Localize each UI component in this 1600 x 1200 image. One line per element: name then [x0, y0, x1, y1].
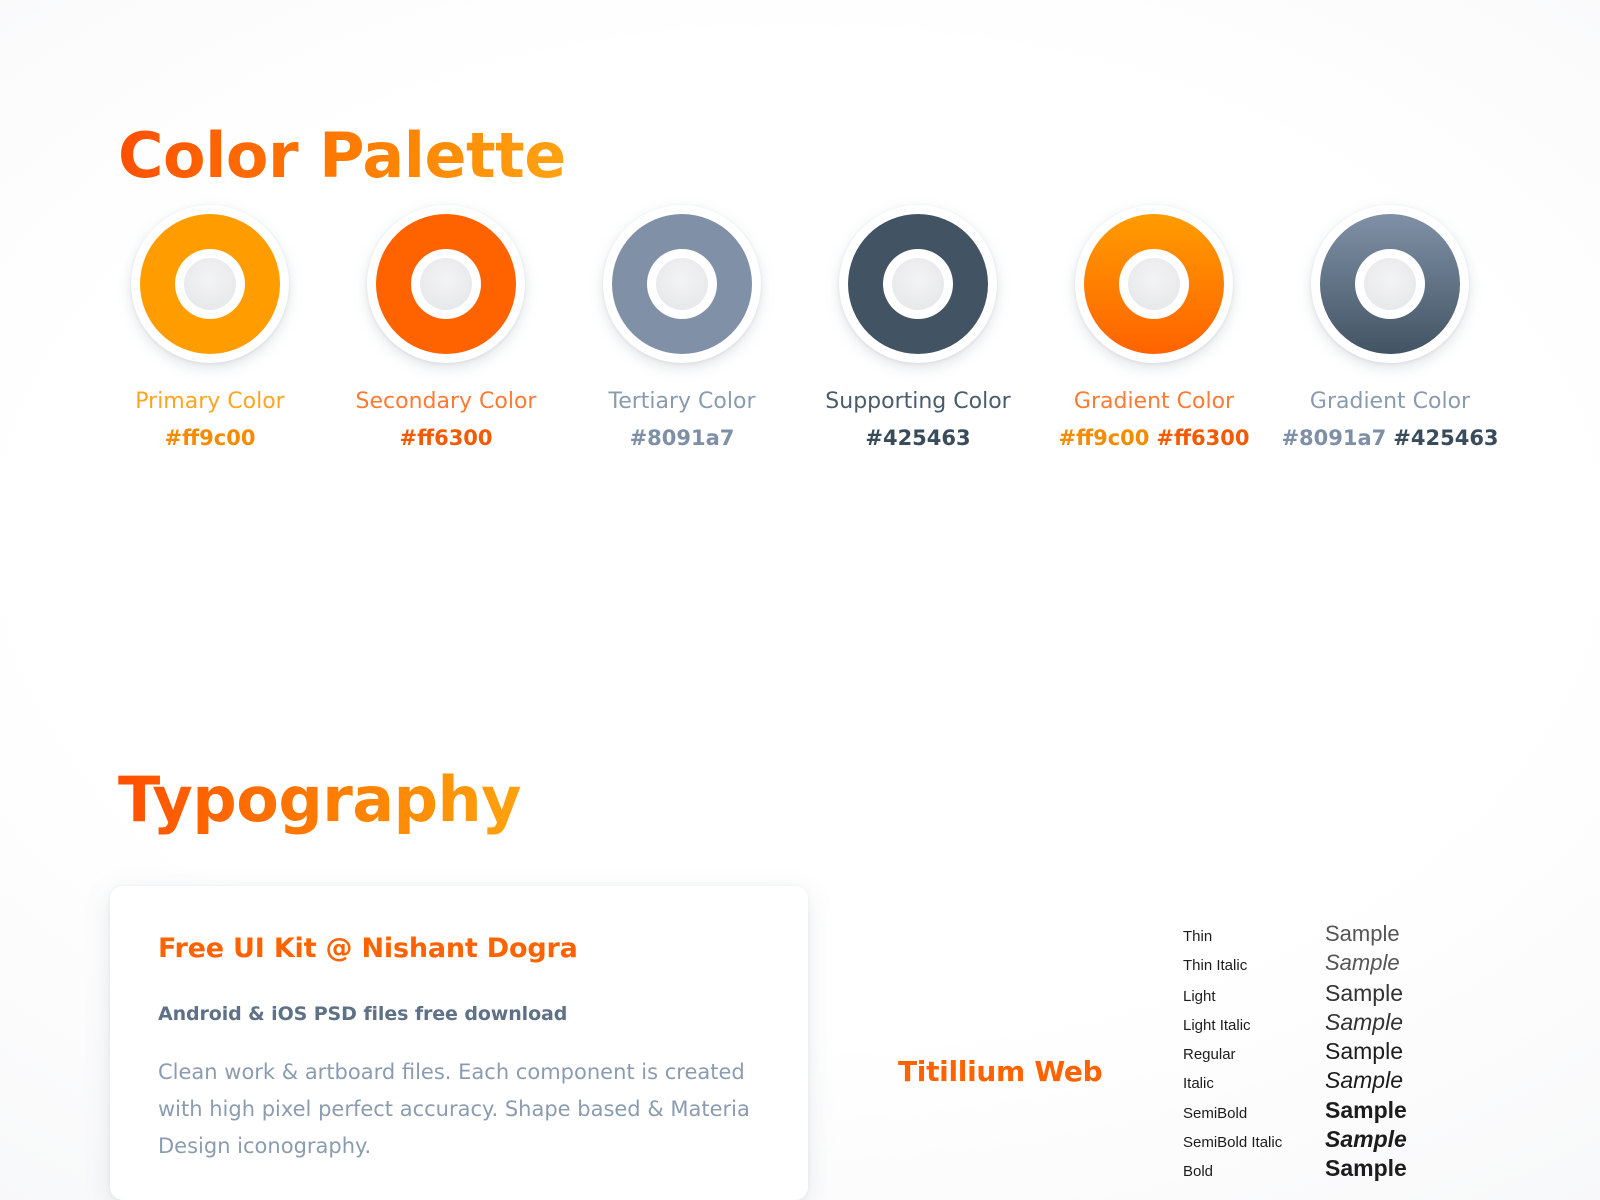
card-body-text: Clean work & artboard files. Each compon…	[158, 1060, 750, 1158]
hex-code-value: #425463	[865, 426, 971, 450]
font-family-name: Titillium Web	[898, 1055, 1103, 1088]
font-weight-row: Italic Sample	[1183, 1067, 1513, 1096]
font-weight-row: SemiBold Sample	[1183, 1097, 1513, 1126]
font-weight-sample: Sample	[1325, 1067, 1403, 1094]
color-swatch: Secondary Color #ff6300	[346, 205, 546, 451]
ring-hole	[184, 258, 236, 310]
hex-code-value: #ff6300	[399, 426, 493, 450]
style-guide-page: Color Palette Primary Color #ff9c00 Second…	[0, 0, 1600, 1200]
hex-code-value: #ff9c00	[1058, 426, 1150, 450]
color-ring-icon	[839, 205, 997, 363]
hex-code-value: #8091a7	[629, 426, 735, 450]
typography-heading: Typography	[118, 762, 522, 836]
swatch-label: Primary Color	[135, 389, 285, 414]
font-weight-row: Thin Italic Sample	[1183, 950, 1513, 979]
font-weight-name: SemiBold	[1183, 1104, 1248, 1122]
swatch-hex-code: #ff6300	[399, 425, 492, 451]
font-weight-row: Regular Sample	[1183, 1038, 1513, 1067]
color-ring-icon	[367, 205, 525, 363]
swatch-hex-code: #ff9c00	[165, 425, 256, 451]
swatch-label: Supporting Color	[825, 389, 1011, 414]
swatch-label: Gradient Color	[1073, 389, 1235, 414]
font-weight-row: Light Italic Sample	[1183, 1009, 1513, 1038]
font-weight-sample: Sample	[1325, 1126, 1407, 1153]
swatch-hex-code: #8091a7	[630, 425, 735, 451]
card-subheading: Android & iOS PSD files free download	[158, 1003, 568, 1025]
font-weight-row: SemiBold Italic Sample	[1183, 1126, 1513, 1155]
color-swatch: Tertiary Color #8091a7	[582, 205, 782, 451]
font-weight-name: Thin	[1183, 928, 1213, 945]
ring-hole	[656, 258, 708, 310]
color-palette-heading: Color Palette	[118, 118, 566, 192]
font-weight-sample: Sample	[1325, 1155, 1407, 1182]
swatch-hex-code: #ff9c00 #ff6300	[1059, 425, 1250, 451]
font-weight-row: Light Sample	[1183, 980, 1513, 1009]
swatch-label: Tertiary Color	[608, 389, 756, 414]
color-swatch-row: Primary Color #ff9c00 Secondary Color #ff63…	[110, 205, 1499, 465]
font-weight-sample: Sample	[1325, 1038, 1403, 1065]
color-swatch: Gradient Color #8091a7 #425463	[1281, 205, 1499, 451]
ring-hole	[892, 258, 944, 310]
color-ring-icon	[1075, 205, 1233, 363]
ring-hole	[1364, 258, 1416, 310]
hex-code-value: #ff9c00	[164, 426, 256, 450]
font-weight-sample: Sample	[1325, 979, 1403, 1006]
color-swatch: Gradient Color #ff9c00 #ff6300	[1054, 205, 1254, 451]
color-ring-icon	[603, 205, 761, 363]
card-heading: Free UI Kit @ Nishant Dogra	[158, 933, 578, 964]
hex-code-value: #8091a7	[1281, 426, 1387, 450]
ring-hole	[1128, 258, 1180, 310]
font-weight-name: Bold	[1183, 1163, 1214, 1181]
font-weight-name: SemiBold Italic	[1183, 1134, 1283, 1152]
ui-kit-info-card: Free UI Kit @ Nishant Dogra Android & iO…	[110, 886, 808, 1200]
font-weight-row: Thin Sample	[1183, 921, 1513, 950]
font-weight-name: Thin Italic	[1183, 957, 1248, 975]
hex-code-value: #ff6300	[1156, 426, 1250, 450]
swatch-label: Secondary Color	[355, 389, 537, 414]
font-weight-name: Regular	[1183, 1046, 1236, 1064]
color-swatch: Supporting Color #425463	[818, 205, 1018, 451]
swatch-hex-code: #425463	[865, 425, 970, 451]
ring-hole	[420, 258, 472, 310]
font-weight-sample: Sample	[1325, 1008, 1403, 1035]
color-swatch: Primary Color #ff9c00	[110, 205, 310, 451]
font-weight-sample: Sample	[1325, 1096, 1407, 1123]
hex-code-value: #425463	[1393, 426, 1499, 450]
font-weight-sample: Sample	[1325, 921, 1400, 946]
font-weight-name: Light	[1183, 987, 1216, 1005]
swatch-hex-code: #8091a7 #425463	[1281, 425, 1498, 451]
font-weight-specimen-table: Thin Sample Thin Italic Sample Light Sample Li…	[1183, 921, 1513, 1185]
color-ring-icon	[131, 205, 289, 363]
font-weight-row: Bold Sample	[1183, 1155, 1513, 1184]
swatch-label: Gradient Color	[1309, 389, 1471, 414]
font-weight-sample: Sample	[1325, 950, 1400, 976]
font-weight-name: Italic	[1183, 1075, 1214, 1093]
color-ring-icon	[1311, 205, 1469, 363]
font-weight-name: Light Italic	[1183, 1016, 1251, 1034]
